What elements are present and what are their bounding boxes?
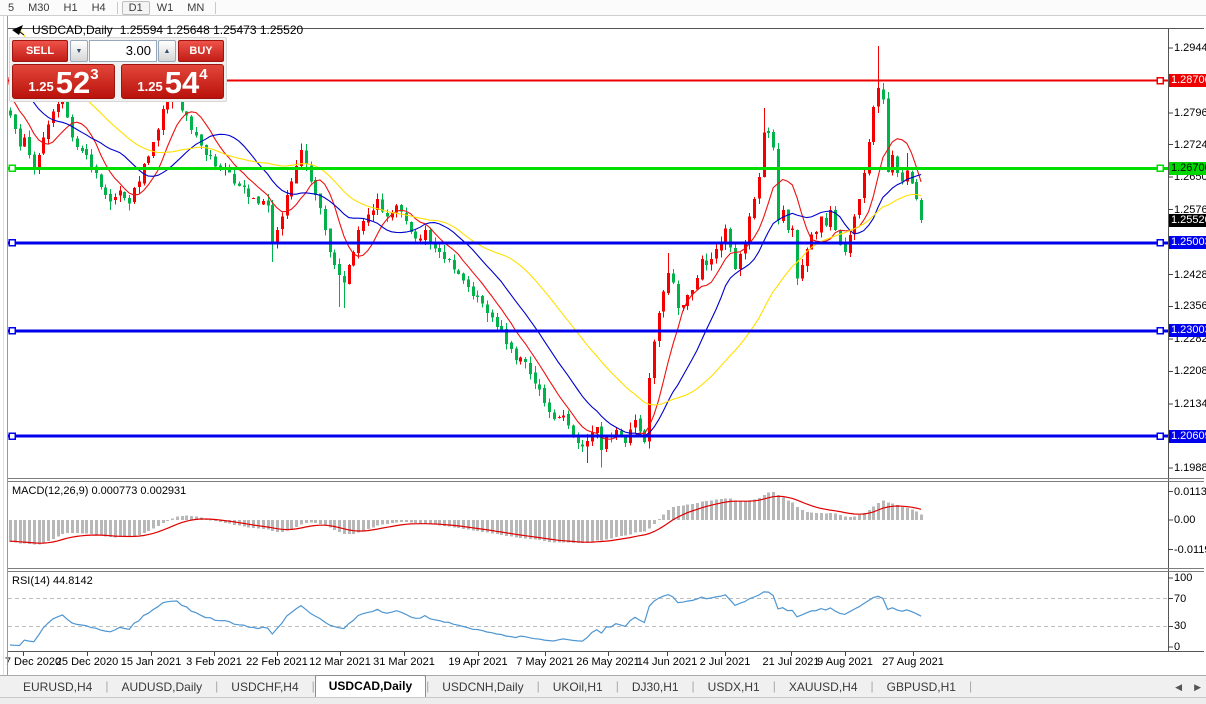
volume-increase-icon[interactable]: ▲ xyxy=(158,40,176,62)
chart-tab-gbpusd[interactable]: GBPUSD,H1 xyxy=(874,677,969,697)
timeframe-toolbar: 5 M30 H1 H4 D1 W1 MN xyxy=(0,0,1206,16)
tab-scroll-right-icon[interactable]: ▶ xyxy=(1194,682,1201,693)
rsi-label: RSI(14) 44.8142 xyxy=(12,575,93,587)
chart-tab-eurusd[interactable]: EURUSD,H4 xyxy=(10,677,105,697)
timeframe-button-w1[interactable]: W1 xyxy=(150,1,181,15)
timeframe-button-m30[interactable]: M30 xyxy=(21,1,56,15)
candlestick-series xyxy=(9,45,923,468)
trade-prices-row: 1.25 52 3 1.25 54 4 xyxy=(12,64,224,99)
sell-price-sup: 3 xyxy=(90,66,99,83)
chart-tab-bar: EURUSD,H4 | AUDUSD,Daily | USDCHF,H4 | USDCAD,… xyxy=(0,675,1206,697)
macd-label: MACD(12,26,9) 0.000773 0.002931 xyxy=(12,485,187,497)
hline-handle[interactable] xyxy=(1156,76,1164,85)
chart-tab-ukoil[interactable]: UKOil,H1 xyxy=(540,677,616,697)
hline-handle[interactable] xyxy=(8,164,16,173)
tab-scroll-left-icon[interactable]: ◀ xyxy=(1175,682,1182,693)
sell-button[interactable]: SELL xyxy=(12,40,68,62)
buy-price-small: 1.25 xyxy=(137,79,163,94)
hline-handle[interactable] xyxy=(8,327,16,335)
timeframe-button-d1[interactable]: D1 xyxy=(121,0,150,15)
moving-average-17 xyxy=(9,69,922,437)
chart-tab-usdchf[interactable]: USDCHF,H4 xyxy=(218,677,311,697)
horizontal-line-objects xyxy=(8,76,1168,440)
chart-title: USDCAD,Daily 1.25594 1.25648 1.25473 1.2… xyxy=(11,23,303,37)
volume-spinner: ▼ 3.00 ▲ xyxy=(70,40,176,62)
chart-tab-dj30[interactable]: DJ30,H1 xyxy=(619,677,692,697)
rsi-line xyxy=(9,591,922,647)
hline-handle[interactable] xyxy=(1156,432,1164,440)
macd-histogram xyxy=(9,492,923,545)
sell-price-box[interactable]: 1.25 52 3 xyxy=(12,64,115,99)
timeframe-button-mn[interactable]: MN xyxy=(180,1,211,15)
timeframe-button-5[interactable]: 5 xyxy=(1,1,21,15)
chart-tab-xauusd[interactable]: XAUUSD,H4 xyxy=(776,677,871,697)
hline-handle[interactable] xyxy=(1156,164,1164,173)
moving-average-8 xyxy=(9,96,922,440)
buy-price-big: 54 xyxy=(164,65,200,100)
buy-button[interactable]: BUY xyxy=(178,40,224,62)
timeframe-button-h4[interactable]: H4 xyxy=(85,1,113,15)
one-click-trading-arrow-icon[interactable] xyxy=(11,24,25,36)
buy-price-box[interactable]: 1.25 54 4 xyxy=(121,64,224,99)
chart-tab-usdcad[interactable]: USDCAD,Daily xyxy=(314,675,427,697)
chart-tab-audusd[interactable]: AUDUSD,Daily xyxy=(108,677,215,697)
chart-tab-usdx[interactable]: USDX,H1 xyxy=(695,677,773,697)
chart-tab-usdcnh[interactable]: USDCNH,Daily xyxy=(429,677,536,697)
hline-handle[interactable] xyxy=(8,432,16,440)
chart-ohlc-values: 1.25594 1.25648 1.25473 1.25520 xyxy=(119,23,304,37)
volume-decrease-icon[interactable]: ▼ xyxy=(70,40,88,62)
hline-handle[interactable] xyxy=(1156,239,1164,247)
trade-buttons-row: SELL ▼ 3.00 ▲ BUY xyxy=(12,40,224,62)
timeframe-button-h1[interactable]: H1 xyxy=(57,1,85,15)
hline-handle[interactable] xyxy=(8,239,16,247)
chart-canvas[interactable] xyxy=(0,0,1206,703)
sell-price-small: 1.25 xyxy=(28,79,54,94)
hline-handle[interactable] xyxy=(1156,327,1164,335)
tab-separator: | xyxy=(968,678,973,693)
volume-field[interactable]: 3.00 xyxy=(89,40,157,62)
toolbar-separator xyxy=(116,1,118,14)
chart-symbol-period: USDCAD,Daily xyxy=(32,23,113,37)
buy-price-sup: 4 xyxy=(199,66,208,83)
one-click-trading-panel: SELL ▼ 3.00 ▲ BUY 1.25 52 3 1.25 54 4 xyxy=(9,37,227,102)
sell-price-big: 52 xyxy=(55,65,91,100)
toolbar-separator xyxy=(215,1,217,14)
